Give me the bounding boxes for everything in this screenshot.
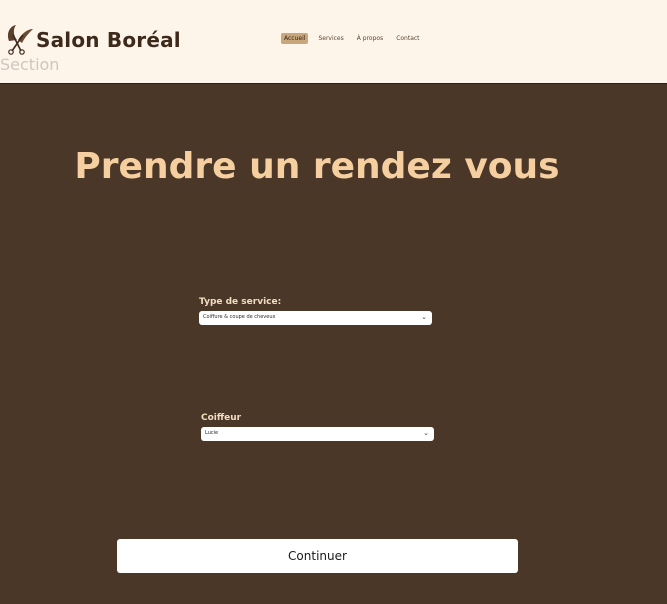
service-type-value: Coiffure & coupe de cheveux bbox=[203, 314, 276, 320]
nav-item-services[interactable]: Services bbox=[315, 33, 346, 44]
stylist-label: Coiffeur bbox=[201, 413, 242, 423]
continue-button[interactable]: Continuer bbox=[117, 539, 518, 573]
stylist-value: Lucie bbox=[205, 430, 219, 436]
site-header: Salon Boréal Section Accueil Services À … bbox=[0, 0, 667, 84]
section-label: Section bbox=[0, 55, 60, 74]
service-type-label: Type de service: bbox=[199, 297, 282, 307]
nav-item-a-propos[interactable]: À propos bbox=[354, 33, 386, 44]
chevron-down-icon: ⌄ bbox=[423, 429, 429, 437]
nav-item-accueil[interactable]: Accueil bbox=[281, 33, 309, 44]
service-type-select[interactable]: Coiffure & coupe de cheveux ⌄ bbox=[199, 311, 432, 325]
scissors-hair-logo-icon bbox=[7, 25, 33, 55]
stylist-select[interactable]: Lucie ⌄ bbox=[201, 427, 434, 441]
page-title: Prendre un rendez vous bbox=[74, 146, 560, 187]
brand-name[interactable]: Salon Boréal bbox=[36, 28, 181, 52]
chevron-down-icon: ⌄ bbox=[421, 313, 427, 321]
main-nav: Accueil Services À propos Contact bbox=[281, 33, 423, 44]
nav-item-contact[interactable]: Contact bbox=[393, 33, 422, 44]
